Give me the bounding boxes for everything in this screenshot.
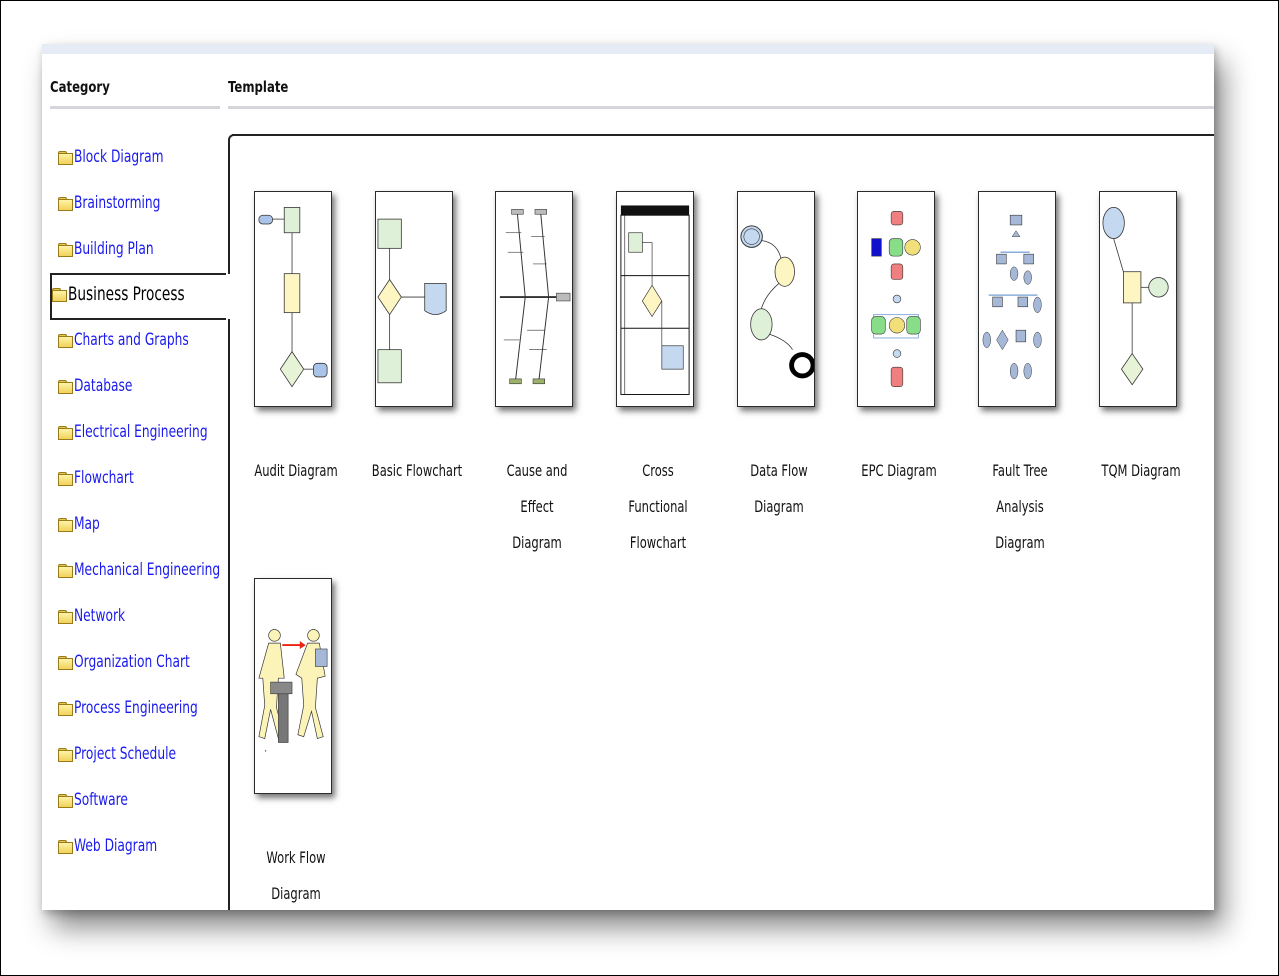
folder-icon bbox=[58, 610, 73, 624]
category-item-block-diagram[interactable]: Block Diagram bbox=[58, 142, 198, 172]
tqm-diagram-preview-icon bbox=[1102, 207, 1169, 386]
basic-flowchart-preview-icon bbox=[377, 218, 447, 384]
category-label: Building Plan bbox=[74, 239, 154, 259]
folder-icon bbox=[58, 380, 73, 394]
fault-tree-thumbnail bbox=[978, 191, 1056, 407]
work-flow-thumbnail: • bbox=[254, 578, 332, 794]
category-item-building-plan[interactable]: Building Plan bbox=[58, 234, 185, 264]
panel-border-top bbox=[232, 134, 1214, 136]
data-flow-thumbnail bbox=[737, 191, 815, 407]
folder-icon bbox=[58, 564, 73, 578]
category-label: Electrical Engineering bbox=[74, 422, 208, 442]
folder-icon bbox=[58, 334, 73, 348]
folder-icon bbox=[58, 840, 73, 854]
folder-icon bbox=[58, 243, 73, 257]
category-item-project-schedule[interactable]: Project Schedule bbox=[58, 739, 216, 769]
folder-icon bbox=[58, 197, 73, 211]
category-label: Block Diagram bbox=[74, 147, 164, 167]
panel-border-lower bbox=[228, 319, 230, 910]
category-header: Category bbox=[50, 78, 110, 96]
tqm-diagram-thumbnail bbox=[1099, 191, 1177, 407]
category-item-brainstorming[interactable]: Brainstorming bbox=[58, 188, 194, 218]
template-dialog: Category Template Block Diagram Brainsto… bbox=[42, 44, 1214, 910]
category-item-flowchart[interactable]: Flowchart bbox=[58, 463, 157, 493]
category-label: Database bbox=[74, 376, 133, 396]
category-label: Map bbox=[74, 514, 100, 534]
panel-border-corner bbox=[228, 134, 234, 150]
category-item-business-process[interactable]: Business Process bbox=[52, 279, 230, 309]
epc-diagram-preview-icon bbox=[871, 211, 921, 387]
panel-border-upper bbox=[228, 148, 230, 274]
selected-tab-border-bottom bbox=[52, 318, 226, 320]
category-label: Project Schedule bbox=[74, 744, 177, 764]
category-item-database[interactable]: Database bbox=[58, 371, 155, 401]
category-label: Organization Chart bbox=[74, 652, 190, 672]
selected-tab-border-top bbox=[52, 273, 226, 275]
epc-diagram-thumbnail bbox=[857, 191, 935, 407]
folder-icon bbox=[58, 472, 73, 486]
audit-diagram-thumbnail bbox=[254, 191, 332, 407]
folder-icon bbox=[58, 748, 73, 762]
template-label: TQM Diagram bbox=[1101, 461, 1181, 480]
cause-and-effect-thumbnail bbox=[495, 191, 573, 407]
category-item-web-diagram[interactable]: Web Diagram bbox=[58, 831, 189, 861]
template-label: Work Flow Diagram bbox=[266, 848, 326, 903]
category-label: Business Process bbox=[68, 283, 185, 305]
category-header-rule bbox=[50, 106, 220, 109]
category-label: Web Diagram bbox=[74, 836, 158, 856]
template-label: Data Flow Diagram bbox=[750, 461, 808, 516]
category-label: Software bbox=[74, 790, 128, 810]
template-label: Cause and Effect Diagram bbox=[506, 461, 568, 552]
category-item-charts-and-graphs[interactable]: Charts and Graphs bbox=[58, 325, 233, 355]
cause-and-effect-preview-icon bbox=[499, 209, 571, 385]
folder-icon bbox=[58, 518, 73, 532]
category-item-software[interactable]: Software bbox=[58, 785, 149, 815]
category-item-mechanical-engineering[interactable]: Mechanical Engineering bbox=[58, 555, 277, 585]
template-header: Template bbox=[228, 78, 289, 96]
svg-text:•: • bbox=[265, 749, 267, 754]
category-label: Flowchart bbox=[74, 468, 134, 488]
data-flow-preview-icon bbox=[740, 225, 814, 379]
template-label: EPC Diagram bbox=[861, 461, 937, 480]
basic-flowchart-thumbnail bbox=[375, 191, 453, 407]
folder-icon bbox=[58, 702, 73, 716]
category-label: Mechanical Engineering bbox=[74, 560, 221, 580]
category-label: Brainstorming bbox=[74, 193, 161, 213]
audit-diagram-preview-icon bbox=[258, 207, 328, 388]
template-label: Fault Tree Analysis Diagram bbox=[992, 461, 1048, 552]
category-label: Process Engineering bbox=[74, 698, 198, 718]
category-item-network[interactable]: Network bbox=[58, 601, 145, 631]
category-item-electrical-engineering[interactable]: Electrical Engineering bbox=[58, 417, 260, 447]
folder-icon bbox=[52, 288, 67, 302]
category-item-organization-chart[interactable]: Organization Chart bbox=[58, 647, 235, 677]
category-label: Charts and Graphs bbox=[74, 330, 189, 350]
category-item-map[interactable]: Map bbox=[58, 509, 110, 539]
template-header-rule bbox=[228, 106, 1214, 109]
folder-icon bbox=[58, 656, 73, 670]
category-item-process-engineering[interactable]: Process Engineering bbox=[58, 693, 246, 723]
fault-tree-preview-icon bbox=[982, 214, 1042, 380]
folder-icon bbox=[58, 794, 73, 808]
folder-icon bbox=[58, 151, 73, 165]
folder-icon bbox=[58, 426, 73, 440]
category-label: Network bbox=[74, 606, 126, 626]
cross-functional-preview-icon bbox=[620, 205, 690, 395]
template-label: Audit Diagram bbox=[254, 461, 338, 480]
template-label: Cross Functional Flowchart bbox=[628, 461, 688, 552]
work-flow-preview-icon: • bbox=[258, 629, 328, 754]
template-label: Basic Flowchart bbox=[371, 461, 463, 480]
dialog-top-strip bbox=[42, 44, 1214, 54]
cross-functional-thumbnail bbox=[616, 191, 694, 407]
